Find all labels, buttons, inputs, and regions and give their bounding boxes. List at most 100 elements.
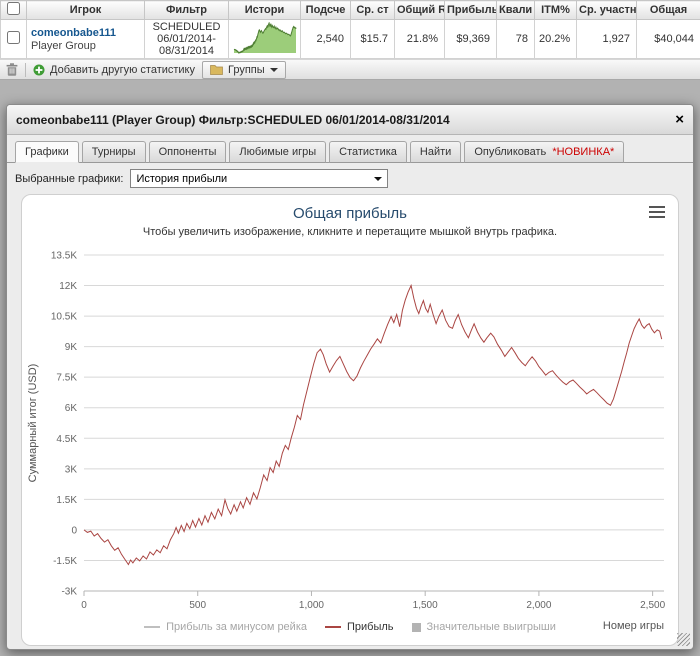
resize-handle[interactable] [677, 633, 690, 646]
legend-row: Прибыль за минусом рейка Прибыль Значите… [22, 619, 678, 639]
hamburger-icon [649, 206, 665, 208]
legend-box-swatch [411, 622, 421, 632]
graph-select-row: Выбранные графики: История прибыли [7, 163, 693, 193]
player-link[interactable]: comeonbabe111 [31, 27, 140, 39]
stats-table-section: Игрок Фильтр Истори Подсче Ср. ст Общий … [0, 0, 700, 80]
header-itm[interactable]: ITM% [534, 0, 577, 20]
history-sparkline-cell[interactable] [228, 19, 301, 59]
legend-line-swatch [144, 626, 161, 628]
dialog-title: comeonbabe111 (Player Group) Фильтр:SCHE… [16, 112, 450, 127]
tab-opponents[interactable]: Оппоненты [148, 140, 227, 163]
itm-value: 20.2% [534, 19, 577, 59]
svg-text:12K: 12K [59, 281, 77, 292]
legend-label: Прибыль [347, 621, 394, 633]
svg-text:7.5K: 7.5K [56, 373, 77, 384]
player-cell: comeonbabe111 Player Group [26, 19, 145, 59]
svg-text:0: 0 [71, 525, 77, 536]
chevron-down-icon [374, 176, 383, 181]
header-avg-entrants[interactable]: Ср. участни [576, 0, 637, 20]
total-value: $40,044 [636, 19, 700, 59]
avg-stake-value: $15.7 [350, 19, 395, 59]
tab-publish-label: Опубликовать [474, 145, 547, 158]
select-all-checkbox[interactable] [7, 2, 20, 15]
svg-text:500: 500 [189, 600, 206, 611]
graph-select-label: Выбранные графики: [15, 172, 124, 185]
close-icon[interactable]: × [675, 112, 684, 127]
add-statistic-label: Добавить другую статистику [50, 63, 195, 76]
filter-line: 06/01/2014- [157, 33, 216, 45]
svg-text:10.5K: 10.5K [51, 312, 77, 323]
legend-label: Прибыль за минусом рейка [166, 621, 307, 633]
table-header-row: Игрок Фильтр Истори Подсче Ср. ст Общий … [0, 0, 700, 20]
svg-text:2,000: 2,000 [526, 600, 551, 611]
svg-text:13.5K: 13.5K [51, 251, 77, 262]
svg-text:1.5K: 1.5K [56, 495, 77, 506]
graph-select-value: История прибыли [136, 172, 228, 185]
toolbar-separator [25, 62, 26, 77]
chart-legend: Прибыль за минусом рейка Прибыль Значите… [22, 619, 678, 635]
header-total[interactable]: Общая [636, 0, 700, 20]
svg-text:2,500: 2,500 [640, 600, 665, 611]
svg-text:-1.5K: -1.5K [53, 556, 77, 567]
modal-backdrop: comeonbabe111 (Player Group) Фильтр:SCHE… [0, 80, 700, 656]
count-value: 2,540 [300, 19, 351, 59]
tab-graphs[interactable]: Графики [15, 140, 79, 163]
row-checkbox[interactable] [7, 31, 20, 44]
chevron-down-icon [269, 67, 278, 72]
svg-text:0: 0 [81, 600, 87, 611]
qualif-value: 78 [496, 19, 535, 59]
dialog-titlebar: comeonbabe111 (Player Group) Фильтр:SCHE… [7, 105, 693, 135]
filter-line: SCHEDULED [152, 21, 221, 33]
chart-menu-button[interactable] [649, 206, 665, 218]
dialog-tabs: Графики Турниры Оппоненты Любимые игры С… [7, 135, 693, 163]
legend-item-significant-wins[interactable]: Значительные выигрыши [411, 621, 556, 633]
new-badge: *НОВИНКА* [552, 145, 615, 158]
svg-text:3K: 3K [65, 464, 78, 475]
tab-find[interactable]: Найти [409, 140, 462, 163]
header-history[interactable]: Истори [228, 0, 301, 20]
graph-select[interactable]: История прибыли [130, 169, 389, 188]
tab-statistics[interactable]: Статистика [329, 140, 407, 163]
filter-line: 08/31/2014 [158, 45, 215, 57]
legend-item-profit-minus-rake[interactable]: Прибыль за минусом рейка [144, 621, 307, 633]
chart-panel: Общая прибыль Чтобы увеличить изображени… [21, 194, 679, 646]
delete-button[interactable] [6, 63, 18, 76]
legend-item-profit[interactable]: Прибыль [325, 621, 394, 633]
legend-label: Значительные выигрыши [426, 621, 556, 633]
history-sparkline[interactable] [233, 20, 297, 54]
svg-text:1,000: 1,000 [299, 600, 324, 611]
chart-subtitle: Чтобы увеличить изображение, кликните и … [142, 226, 558, 238]
profit-chart[interactable]: -3K -1.5K 0 1.5K 3K 4.5K 6K 7.5K 9K 10.5K 12K 13.5K… [22, 245, 678, 617]
add-statistic-button[interactable]: Добавить другую статистику [33, 64, 195, 76]
groups-dropdown[interactable]: Группы [202, 60, 286, 79]
header-count[interactable]: Подсче [300, 0, 351, 20]
x-axis-title: Номер игры [602, 620, 664, 632]
groups-label: Группы [228, 63, 265, 76]
header-player[interactable]: Игрок [26, 0, 145, 20]
player-dialog: comeonbabe111 (Player Group) Фильтр:SCHE… [6, 104, 694, 650]
row-select-cell [0, 19, 27, 59]
chart-title: Общая прибыль [292, 205, 408, 222]
svg-text:-3K: -3K [61, 587, 77, 598]
header-filter[interactable]: Фильтр [144, 0, 229, 20]
player-type-label: Player Group [31, 39, 96, 52]
trash-icon [6, 63, 18, 76]
svg-text:1,500: 1,500 [413, 600, 438, 611]
svg-text:4.5K: 4.5K [56, 434, 77, 445]
stats-table: Игрок Фильтр Истори Подсче Ср. ст Общий … [0, 0, 700, 59]
header-avg-stake[interactable]: Ср. ст [350, 0, 395, 20]
tab-publish[interactable]: Опубликовать *НОВИНКА* [464, 140, 625, 163]
tab-favorite-games[interactable]: Любимые игры [229, 140, 327, 163]
legend-line-swatch [325, 626, 341, 628]
profit-value: $9,369 [444, 19, 497, 59]
header-total-roi[interactable]: Общий R [394, 0, 445, 20]
svg-text:9K: 9K [65, 342, 78, 353]
tab-tournaments[interactable]: Турниры [81, 140, 146, 163]
header-select-cell [0, 0, 27, 20]
header-qualif[interactable]: Квали [496, 0, 535, 20]
total-roi-value: 21.8% [394, 19, 445, 59]
table-row: comeonbabe111 Player Group SCHEDULED 06/… [0, 19, 700, 59]
svg-text:Суммарный итог (USD): Суммарный итог (USD) [27, 364, 39, 483]
header-profit[interactable]: Прибыль [444, 0, 497, 20]
avg-entrants-value: 1,927 [576, 19, 637, 59]
